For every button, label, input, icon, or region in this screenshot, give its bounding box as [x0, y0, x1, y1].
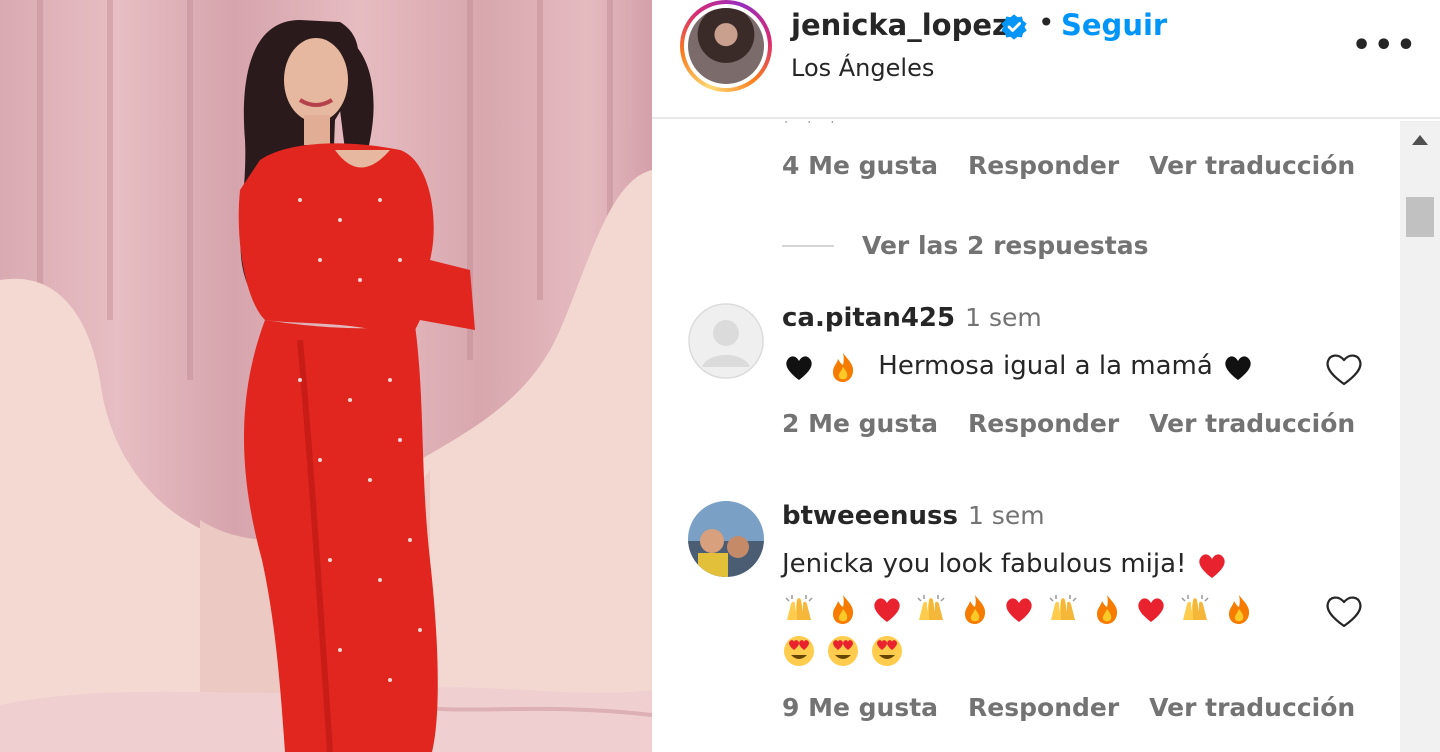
comment-text: Jenicka you look fabulous mija! — [782, 543, 1239, 585]
username-text[interactable]: btweeenuss — [782, 501, 958, 531]
avatar-inner — [684, 4, 768, 88]
fire-icon — [833, 352, 854, 382]
translate-button[interactable]: Ver traducción — [1149, 409, 1355, 438]
red-heart-icon — [1199, 553, 1225, 578]
more-options-icon[interactable]: ••• — [1352, 28, 1419, 63]
username-text[interactable]: ca.pitan425 — [782, 303, 955, 333]
like-heart-icon[interactable] — [1324, 351, 1364, 387]
heart-eyes-icon — [828, 635, 858, 666]
black-heart-icon — [786, 355, 812, 380]
reply-button[interactable]: Responder — [968, 151, 1119, 180]
comment-item: ca.pitan425 1 sem Hermosa igual a la mamá… — [688, 303, 1388, 443]
user-photo-avatar — [688, 501, 764, 577]
commenter-username[interactable]: ca.pitan425 1 sem — [782, 303, 1042, 333]
default-avatar-icon — [688, 303, 764, 379]
emoji-row — [782, 629, 914, 671]
black-heart-icon — [1225, 355, 1251, 380]
heart-eyes-icon — [872, 635, 902, 666]
comment-actions-2: 2 Me gusta Responder Ver traducción — [782, 409, 1385, 438]
header-separator: • — [1038, 6, 1055, 39]
fire-icon — [1229, 594, 1250, 624]
raising-hands-icon — [785, 594, 813, 620]
comment-text: Hermosa igual a la mamá — [782, 345, 1265, 387]
follow-button[interactable]: Seguir — [1061, 8, 1167, 42]
verified-badge-icon — [1001, 14, 1027, 40]
avatar-image — [688, 8, 764, 84]
heart-eyes-icon — [784, 635, 814, 666]
comment-message: Jenicka you look fabulous mija! — [782, 549, 1187, 579]
fire-icon — [1097, 594, 1118, 624]
scroll-up-arrow-icon[interactable] — [1412, 135, 1428, 145]
translate-button[interactable]: Ver traducción — [1149, 151, 1355, 180]
fire-icon — [833, 594, 854, 624]
likes-count[interactable]: 9 Me gusta — [782, 693, 938, 722]
comment-time: 1 sem — [965, 303, 1042, 332]
commenter-avatar[interactable] — [688, 501, 764, 577]
view-replies-button[interactable]: Ver las 2 respuestas — [782, 231, 1149, 260]
post-location[interactable]: Los Ángeles — [791, 54, 934, 82]
truncated-comment-text: ꜛ ꜛ ꜛ — [782, 121, 841, 136]
reply-button[interactable]: Responder — [968, 409, 1119, 438]
comments-list: ꜛ ꜛ ꜛ 4 Me gusta Responder Ver traducció… — [652, 121, 1400, 752]
red-heart-icon — [1006, 597, 1032, 622]
translate-button[interactable]: Ver traducción — [1149, 693, 1355, 722]
photo-illustration — [0, 0, 652, 752]
raising-hands-icon — [917, 594, 945, 620]
comment-actions-3: 9 Me gusta Responder Ver traducción — [782, 693, 1385, 722]
red-heart-icon — [874, 597, 900, 622]
author-username[interactable]: jenicka_lopez — [791, 8, 1009, 42]
comment-message: Hermosa igual a la mamá — [878, 351, 1213, 381]
likes-count[interactable]: 4 Me gusta — [782, 151, 938, 180]
comment-actions-1: 4 Me gusta Responder Ver traducción — [782, 151, 1385, 180]
raising-hands-icon — [1049, 594, 1077, 620]
like-heart-icon[interactable] — [1324, 593, 1364, 629]
emoji-row — [782, 587, 1266, 629]
replies-divider — [782, 244, 834, 247]
view-replies-label: Ver las 2 respuestas — [862, 231, 1149, 260]
comment-time: 1 sem — [967, 501, 1045, 530]
post-photo — [0, 0, 652, 752]
comment-item: btweeenuss 1 sem Jenicka you look fabulou… — [688, 501, 1388, 741]
commenter-username[interactable]: btweeenuss 1 sem — [782, 501, 1045, 531]
red-heart-icon — [1138, 597, 1164, 622]
comments-panel: jenicka_lopez • Seguir Los Ángeles ••• ꜛ… — [652, 0, 1440, 752]
author-avatar[interactable] — [680, 0, 772, 92]
post-header: jenicka_lopez • Seguir Los Ángeles ••• — [652, 0, 1440, 119]
scroll-thumb[interactable] — [1406, 197, 1434, 237]
fire-icon — [965, 594, 986, 624]
scrollbar[interactable] — [1400, 121, 1440, 752]
reply-button[interactable]: Responder — [968, 693, 1119, 722]
likes-count[interactable]: 2 Me gusta — [782, 409, 938, 438]
raising-hands-icon — [1181, 594, 1209, 620]
commenter-avatar[interactable] — [688, 303, 764, 379]
